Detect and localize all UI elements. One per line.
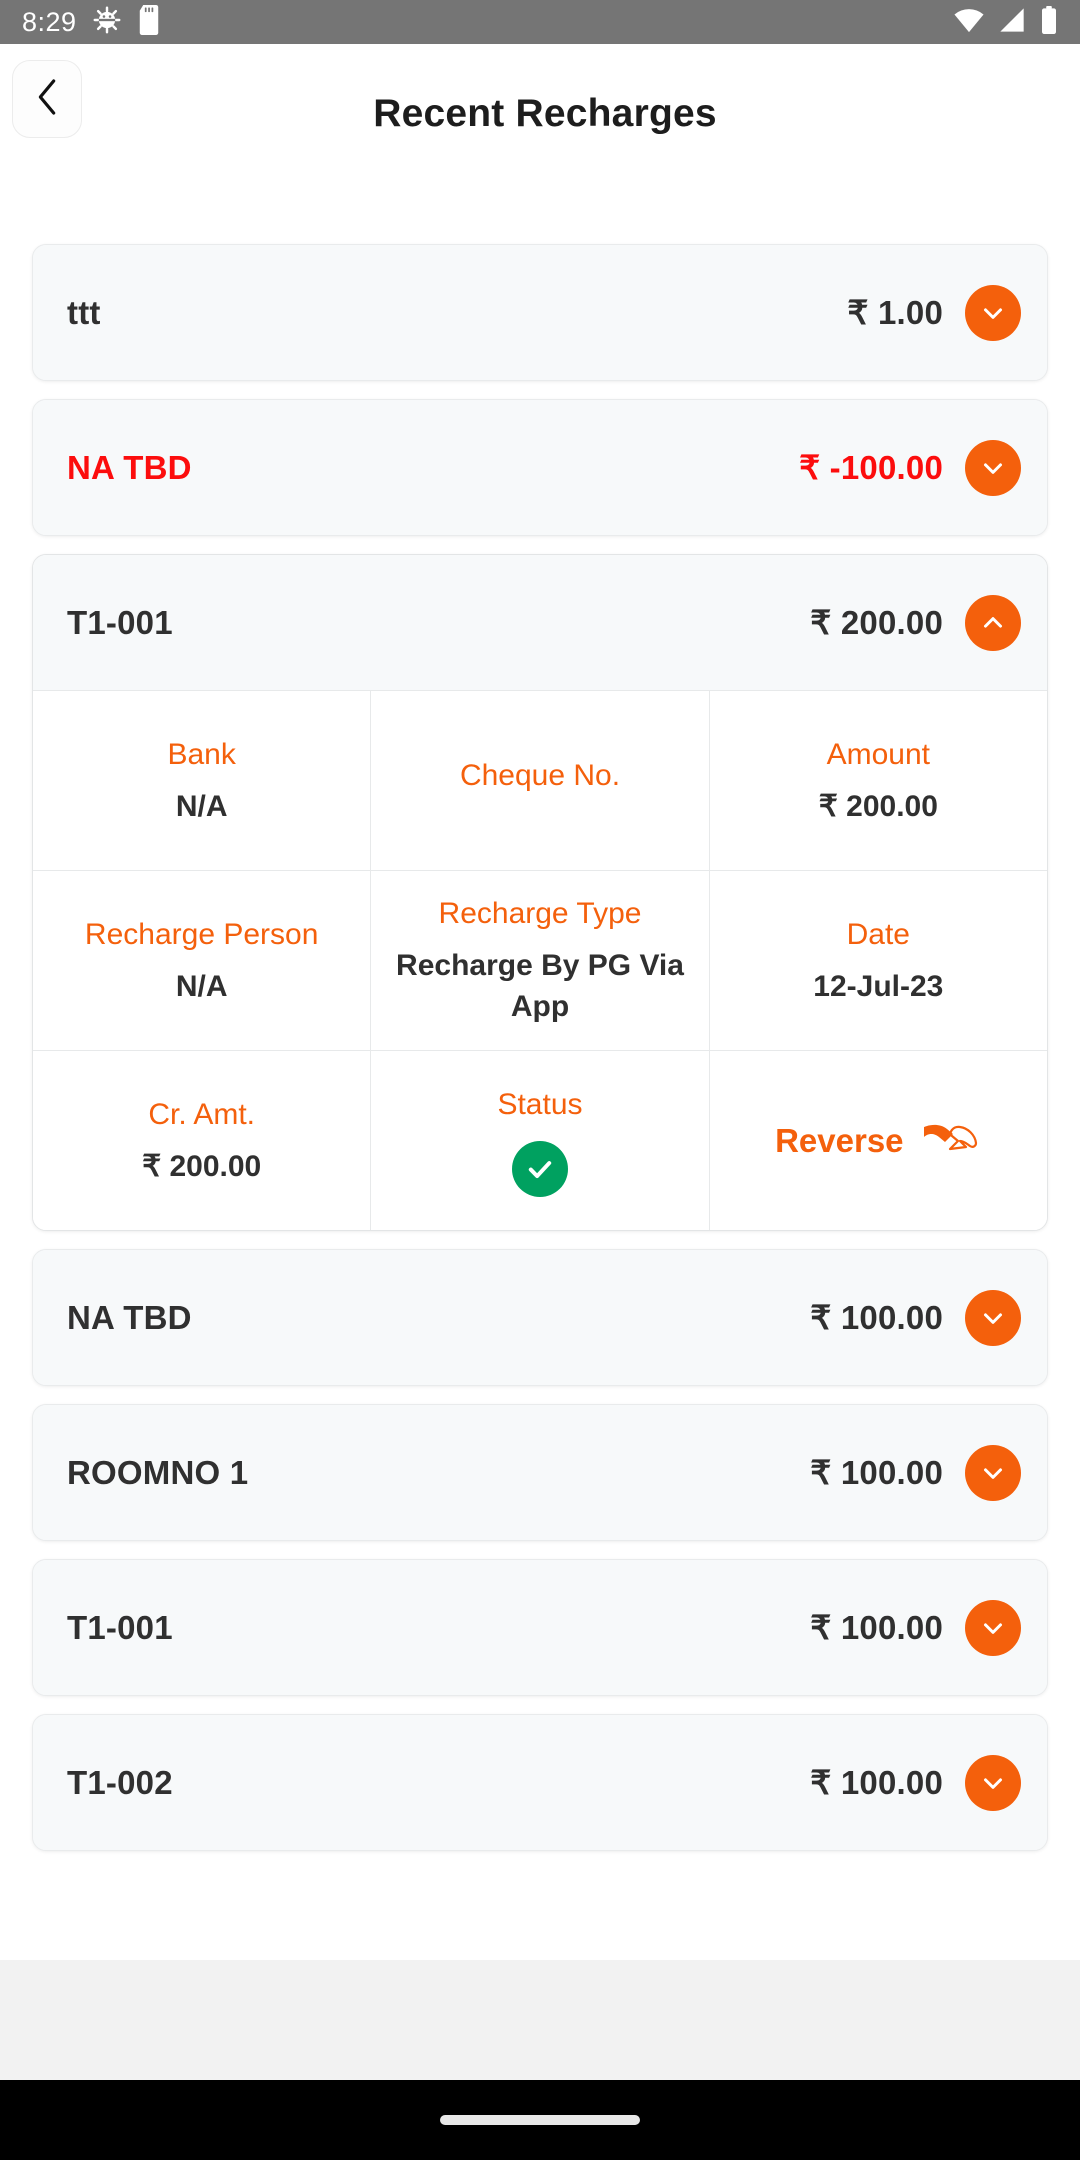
recharge-card[interactable]: T1-002 ₹ 100.00 (32, 1714, 1048, 1851)
status-bar: 8:29 (0, 0, 1080, 44)
recharge-detail-table: Bank N/A Cheque No. Amount ₹ 200.00 Rech… (33, 690, 1047, 1230)
app-header: Recent Recharges (0, 44, 1080, 184)
detail-value: N/A (175, 789, 228, 823)
detail-value: ₹ 200.00 (818, 789, 938, 823)
system-navigation-bar (0, 2080, 1080, 2160)
page-title: Recent Recharges (373, 92, 717, 135)
home-indicator[interactable] (440, 2115, 640, 2125)
recharge-list: ttt ₹ 1.00 NA TBD ₹ -100.00 T1-001 ₹ 200… (0, 184, 1080, 1851)
cellular-signal-icon (998, 7, 1026, 38)
detail-value: Recharge By PG Via App (396, 948, 684, 1024)
status-bar-left: 8:29 (22, 4, 161, 40)
recharge-amount: ₹ 100.00 (810, 1764, 943, 1801)
chevron-down-icon (984, 1777, 1002, 1789)
status-bar-clock: 8:29 (22, 6, 77, 37)
reverse-label: Reverse (775, 1121, 904, 1159)
detail-label: Recharge Person (84, 918, 319, 952)
reverse-arrows-icon (920, 1115, 982, 1166)
expand-toggle-button[interactable] (965, 1444, 1021, 1501)
detail-row: Recharge Person N/A Recharge Type Rechar… (33, 870, 1047, 1050)
recharge-card[interactable]: NA TBD ₹ -100.00 (32, 399, 1048, 536)
detail-cell-cheque-no: Cheque No. (370, 691, 708, 870)
recharge-name: T1-002 (67, 1763, 173, 1801)
detail-cell-bank: Bank N/A (33, 691, 370, 870)
recharge-card[interactable]: NA TBD ₹ 100.00 (32, 1249, 1048, 1386)
recharge-amount: ₹ -100.00 (799, 449, 943, 486)
recharge-name: ROOMNO 1 (67, 1453, 249, 1491)
recharge-card[interactable]: T1-001 ₹ 100.00 (32, 1559, 1048, 1696)
recharge-card-header[interactable]: T1-002 ₹ 100.00 (33, 1715, 1047, 1850)
chevron-down-icon (984, 1312, 1002, 1324)
sd-card-icon (137, 4, 161, 40)
expand-toggle-button[interactable] (965, 1289, 1021, 1346)
recharge-name: T1-001 (67, 1608, 173, 1646)
recharge-card-header[interactable]: T1-001 ₹ 100.00 (33, 1560, 1047, 1695)
chevron-left-icon (34, 77, 60, 122)
detail-label: Cheque No. (459, 758, 621, 792)
expand-toggle-button[interactable] (965, 1754, 1021, 1811)
detail-cell-recharge-type: Recharge Type Recharge By PG Via App (370, 871, 708, 1050)
chevron-down-icon (984, 307, 1002, 319)
detail-cell-date: Date 12-Jul-23 (708, 871, 1047, 1050)
reverse-button[interactable]: Reverse (708, 1051, 1047, 1230)
battery-icon (1040, 5, 1058, 39)
app-screen: 8:29 Recent Recharges ttt ₹ 1.00 NA TBD … (0, 0, 1080, 2160)
detail-value: N/A (175, 969, 228, 1003)
detail-cell-status: Status (370, 1051, 708, 1230)
chevron-up-icon (984, 616, 1002, 628)
expand-toggle-button[interactable] (965, 439, 1021, 496)
recharge-name: NA TBD (67, 1298, 192, 1336)
recharge-amount: ₹ 200.00 (810, 604, 943, 641)
back-button[interactable] (12, 60, 82, 138)
detail-cell-recharge-person: Recharge Person N/A (33, 871, 370, 1050)
chevron-down-icon (984, 1622, 1002, 1634)
detail-label: Bank (167, 738, 236, 772)
recharge-amount: ₹ 100.00 (810, 1609, 943, 1646)
recharge-amount: ₹ 1.00 (847, 294, 943, 331)
collapse-toggle-button[interactable] (965, 594, 1021, 651)
detail-label: Amount (826, 738, 931, 772)
expand-toggle-button[interactable] (965, 284, 1021, 341)
android-bug-icon (93, 6, 121, 39)
detail-cell-amount: Amount ₹ 200.00 (708, 691, 1047, 870)
recharge-card-header[interactable]: ttt ₹ 1.00 (33, 245, 1047, 380)
recharge-card-header[interactable]: ROOMNO 1 ₹ 100.00 (33, 1405, 1047, 1540)
detail-label: Cr. Amt. (148, 1098, 255, 1132)
expand-toggle-button[interactable] (965, 1599, 1021, 1656)
detail-cell-cr-amt: Cr. Amt. ₹ 200.00 (33, 1051, 370, 1230)
detail-row: Cr. Amt. ₹ 200.00 Status Reverse (33, 1050, 1047, 1230)
detail-label: Status (497, 1087, 583, 1121)
recharge-name: NA TBD (67, 448, 192, 486)
recharge-amount: ₹ 100.00 (810, 1299, 943, 1336)
wifi-icon (954, 7, 984, 38)
recharge-name: ttt (67, 293, 101, 331)
chevron-down-icon (984, 462, 1002, 474)
recharge-name: T1-001 (67, 603, 173, 641)
detail-row: Bank N/A Cheque No. Amount ₹ 200.00 (33, 690, 1047, 870)
recharge-amount: ₹ 100.00 (810, 1454, 943, 1491)
detail-value: 12-Jul-23 (813, 969, 944, 1003)
recharge-card-header[interactable]: NA TBD ₹ 100.00 (33, 1250, 1047, 1385)
check-circle-icon (511, 1141, 568, 1198)
detail-label: Recharge Type (438, 897, 642, 931)
detail-value: ₹ 200.00 (142, 1149, 262, 1183)
bottom-spacer (0, 1960, 1080, 2080)
recharge-card-header[interactable]: T1-001 ₹ 200.00 (33, 555, 1047, 690)
chevron-down-icon (984, 1467, 1002, 1479)
recharge-card-header[interactable]: NA TBD ₹ -100.00 (33, 400, 1047, 535)
recharge-card[interactable]: ttt ₹ 1.00 (32, 244, 1048, 381)
recharge-card-expanded[interactable]: T1-001 ₹ 200.00 Bank N/A Cheque No. Amou… (32, 554, 1048, 1231)
status-bar-right (954, 5, 1058, 39)
recharge-card[interactable]: ROOMNO 1 ₹ 100.00 (32, 1404, 1048, 1541)
detail-label: Date (846, 918, 910, 952)
